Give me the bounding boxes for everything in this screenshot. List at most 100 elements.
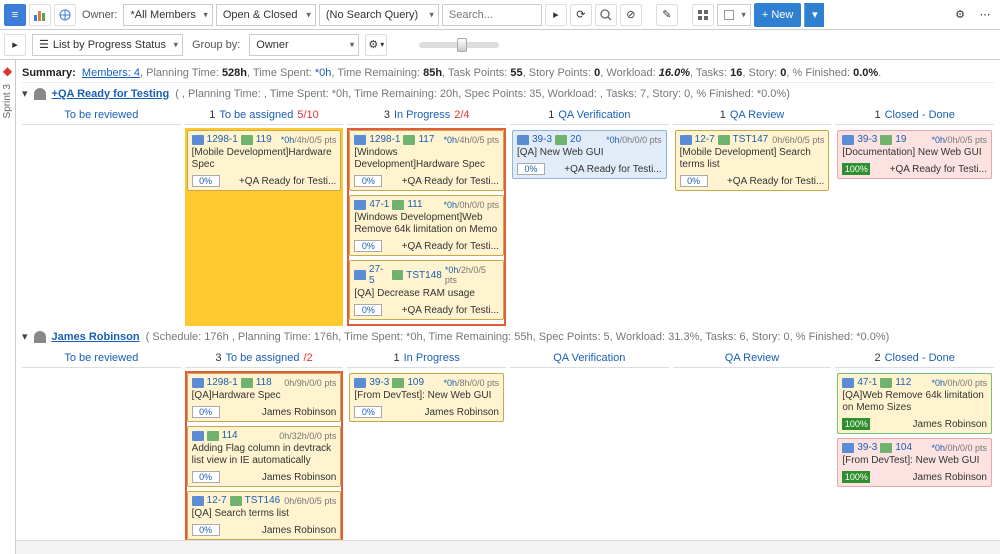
column-body[interactable]: 12-7 TST147 0h/6h/0/5 pts [Mobile Develo… — [673, 128, 832, 326]
column-header[interactable]: 3In Progress2/4 — [347, 106, 506, 125]
column-header[interactable]: 1In Progress — [347, 349, 506, 368]
more-icon[interactable]: ⋯ — [974, 4, 996, 26]
card-id2-link[interactable]: 19 — [895, 134, 906, 145]
column-body[interactable] — [22, 128, 181, 326]
sprint-icon[interactable]: ◆ — [3, 64, 12, 78]
column-header[interactable]: 1Closed - Done — [835, 106, 994, 125]
query-filter-select[interactable]: (No Search Query)▾ — [319, 4, 439, 26]
card-id2-link[interactable]: 111 — [407, 199, 422, 210]
color-select[interactable]: ▾ — [717, 4, 751, 26]
card-id-link[interactable]: 12-7 — [695, 134, 715, 145]
chart-icon[interactable] — [29, 4, 51, 26]
card[interactable]: 1298-1 119 *0h/4h/0/5 pts [Mobile Develo… — [187, 130, 342, 191]
group-header[interactable]: ▾ James Robinson ( Schedule: 176h , Plan… — [22, 326, 994, 347]
list-mode-select[interactable]: ☰List by Progress Status▾ — [32, 34, 183, 56]
column-body[interactable] — [673, 371, 832, 540]
card[interactable]: 12-7 TST146 0h/6h/0/5 pts [QA] Search te… — [187, 491, 342, 540]
column-header[interactable]: 3To be assigned/2 — [185, 349, 344, 368]
card-id2-link[interactable]: 112 — [895, 377, 911, 388]
card-id2-link[interactable]: TST148 — [406, 270, 442, 281]
column-header[interactable]: 1To be assigned5/10 — [185, 106, 344, 125]
group-name[interactable]: James Robinson — [52, 331, 140, 343]
card[interactable]: 114 0h/32h/0/0 pts Adding Flag column in… — [187, 426, 342, 487]
card-id2-link[interactable]: 114 — [222, 430, 238, 441]
group-header[interactable]: ▾ +QA Ready for Testing ( , Planning Tim… — [22, 83, 994, 104]
card-id2-link[interactable]: 117 — [418, 134, 434, 145]
column-body[interactable] — [510, 371, 669, 540]
column-body[interactable]: 47-1 112 *0h/0h/0/0 pts [QA]Web Remove 6… — [835, 371, 994, 540]
card[interactable]: 1298-1 117 *0h/4h/0/5 pts [Windows Devel… — [349, 130, 504, 191]
card[interactable]: 39-3 109 *0h/8h/0/0 pts [From DevTest]: … — [349, 373, 504, 422]
card-id-link[interactable]: 39-3 — [857, 134, 877, 145]
card[interactable]: 27-5 TST148 *0h/2h/0/5 pts [QA] Decrease… — [349, 260, 504, 320]
card-id-link[interactable]: 1298-1 — [207, 134, 238, 145]
column-body[interactable]: 39-3 19 *0h/0h/0/5 pts [Documentation] N… — [835, 128, 994, 326]
card-id-link[interactable]: 1298-1 — [207, 377, 238, 388]
sidebar-sprint-label[interactable]: Sprint 3 — [2, 84, 13, 118]
members-link[interactable]: Members: 4 — [82, 67, 140, 79]
column-header[interactable]: To be reviewed — [22, 106, 181, 125]
new-dropdown[interactable]: ▾ — [804, 3, 824, 27]
column-header[interactable]: QA Verification — [510, 349, 669, 368]
card-owner: +QA Ready for Testi... — [564, 164, 661, 175]
search-icon[interactable] — [595, 4, 617, 26]
card-owner: James Robinson — [913, 419, 987, 430]
card-id-link[interactable]: 39-3 — [369, 377, 389, 388]
card-id2-link[interactable]: 20 — [570, 134, 581, 145]
card[interactable]: 39-3 19 *0h/0h/0/5 pts [Documentation] N… — [837, 130, 992, 179]
owner-select[interactable]: *All Members▾ — [123, 4, 212, 26]
column-body[interactable]: 1298-1 119 *0h/4h/0/5 pts [Mobile Develo… — [185, 128, 344, 326]
card-id2-link[interactable]: 119 — [256, 134, 272, 145]
globe-icon[interactable] — [54, 4, 76, 26]
column-body[interactable]: 39-3 20 *0h/0h/0/0 pts [QA] New Web GUI … — [510, 128, 669, 326]
zoom-slider[interactable] — [419, 42, 499, 48]
progress-badge: 0% — [192, 406, 220, 418]
block-icon[interactable]: ⊘ — [620, 4, 642, 26]
card-id2-link[interactable]: TST147 — [733, 134, 769, 145]
card[interactable]: 1298-1 118 0h/9h/0/0 pts [QA]Hardware Sp… — [187, 373, 342, 422]
collapse-icon[interactable]: ▾ — [22, 87, 28, 100]
new-button[interactable]: + New — [754, 3, 802, 27]
horizontal-scrollbar[interactable] — [16, 540, 1000, 554]
gear-icon[interactable]: ⚙ — [949, 4, 971, 26]
card-id2-link[interactable]: 109 — [407, 377, 424, 388]
card[interactable]: 47-1 111 *0h/0h/0/0 pts [Windows Develop… — [349, 195, 504, 256]
column-header[interactable]: 1QA Review — [673, 106, 832, 125]
card-id2-link[interactable]: 118 — [256, 377, 272, 388]
card-id-link[interactable]: 39-3 — [532, 134, 552, 145]
card[interactable]: 39-3 20 *0h/0h/0/0 pts [QA] New Web GUI … — [512, 130, 667, 179]
card-id-link[interactable]: 12-7 — [207, 495, 227, 506]
card-stats: *0h/4h/0/5 pts — [281, 135, 337, 145]
column-header[interactable]: QA Review — [673, 349, 832, 368]
status-filter-select[interactable]: Open & Closed▾ — [216, 4, 316, 26]
card-id2-link[interactable]: 104 — [895, 442, 912, 453]
play-small-icon[interactable]: ▸ — [4, 34, 26, 56]
card-id-link[interactable]: 1298-1 — [369, 134, 400, 145]
slider-handle-icon[interactable] — [457, 38, 467, 52]
column-body[interactable]: 39-3 109 *0h/8h/0/0 pts [From DevTest]: … — [347, 371, 506, 540]
column-header[interactable]: 1QA Verification — [510, 106, 669, 125]
column-header[interactable]: 2Closed - Done — [835, 349, 994, 368]
column-body[interactable]: 1298-1 118 0h/9h/0/0 pts [QA]Hardware Sp… — [185, 371, 344, 540]
card-id-link[interactable]: 47-1 — [857, 377, 877, 388]
card[interactable]: 47-1 112 *0h/0h/0/0 pts [QA]Web Remove 6… — [837, 373, 992, 434]
column-body[interactable] — [22, 371, 181, 540]
card-id-link[interactable]: 47-1 — [369, 199, 389, 210]
grid-view-icon[interactable] — [692, 4, 714, 26]
edit-icon[interactable]: ✎ — [656, 4, 678, 26]
card-id2-link[interactable]: TST146 — [245, 495, 281, 506]
column-body[interactable]: 1298-1 117 *0h/4h/0/5 pts [Windows Devel… — [347, 128, 506, 326]
card[interactable]: 12-7 TST147 0h/6h/0/5 pts [Mobile Develo… — [675, 130, 830, 191]
play-icon[interactable]: ▸ — [545, 4, 567, 26]
card[interactable]: 39-3 104 *0h/0h/0/0 pts [From DevTest]: … — [837, 438, 992, 487]
refresh-icon[interactable]: ⟳ — [570, 4, 592, 26]
column-header[interactable]: To be reviewed — [22, 349, 181, 368]
collapse-icon[interactable]: ▾ — [22, 330, 28, 343]
search-input[interactable] — [442, 4, 542, 26]
group-name[interactable]: +QA Ready for Testing — [52, 88, 170, 100]
group-by-select[interactable]: Owner▾ — [249, 34, 359, 56]
settings-icon[interactable]: ⚙▾ — [365, 34, 387, 56]
card-id-link[interactable]: 27-5 — [369, 264, 389, 286]
card-id-link[interactable]: 39-3 — [857, 442, 877, 453]
menu-icon[interactable]: ≡ — [4, 4, 26, 26]
